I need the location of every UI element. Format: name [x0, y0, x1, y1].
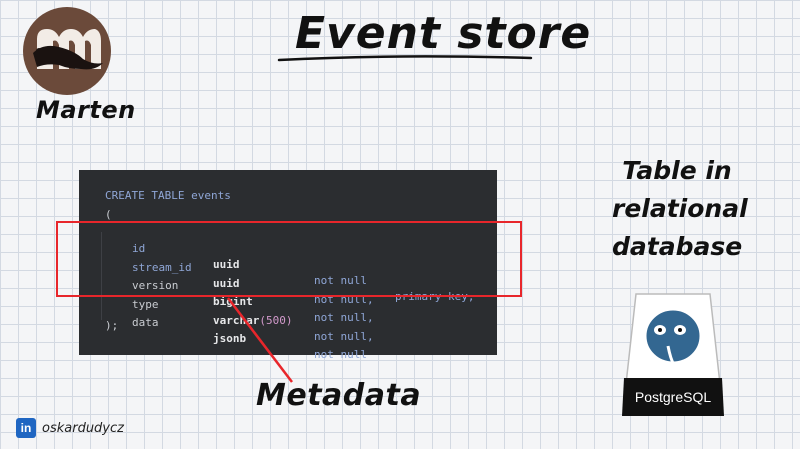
metadata-label: Metadata	[256, 378, 422, 413]
linkedin-icon: in	[16, 418, 36, 438]
postgresql-elephant-icon: PostgreSQL	[622, 293, 724, 416]
side-note: Table in relational database	[612, 152, 748, 266]
side-note-line: database	[612, 232, 743, 261]
side-note-line: Table in	[622, 156, 732, 185]
linkedin-handle: oskardudycz	[42, 420, 124, 436]
linkedin-link[interactable]: in oskardudycz	[16, 418, 124, 438]
side-note-line: relational	[612, 194, 748, 223]
postgresql-label: PostgreSQL	[635, 389, 711, 405]
